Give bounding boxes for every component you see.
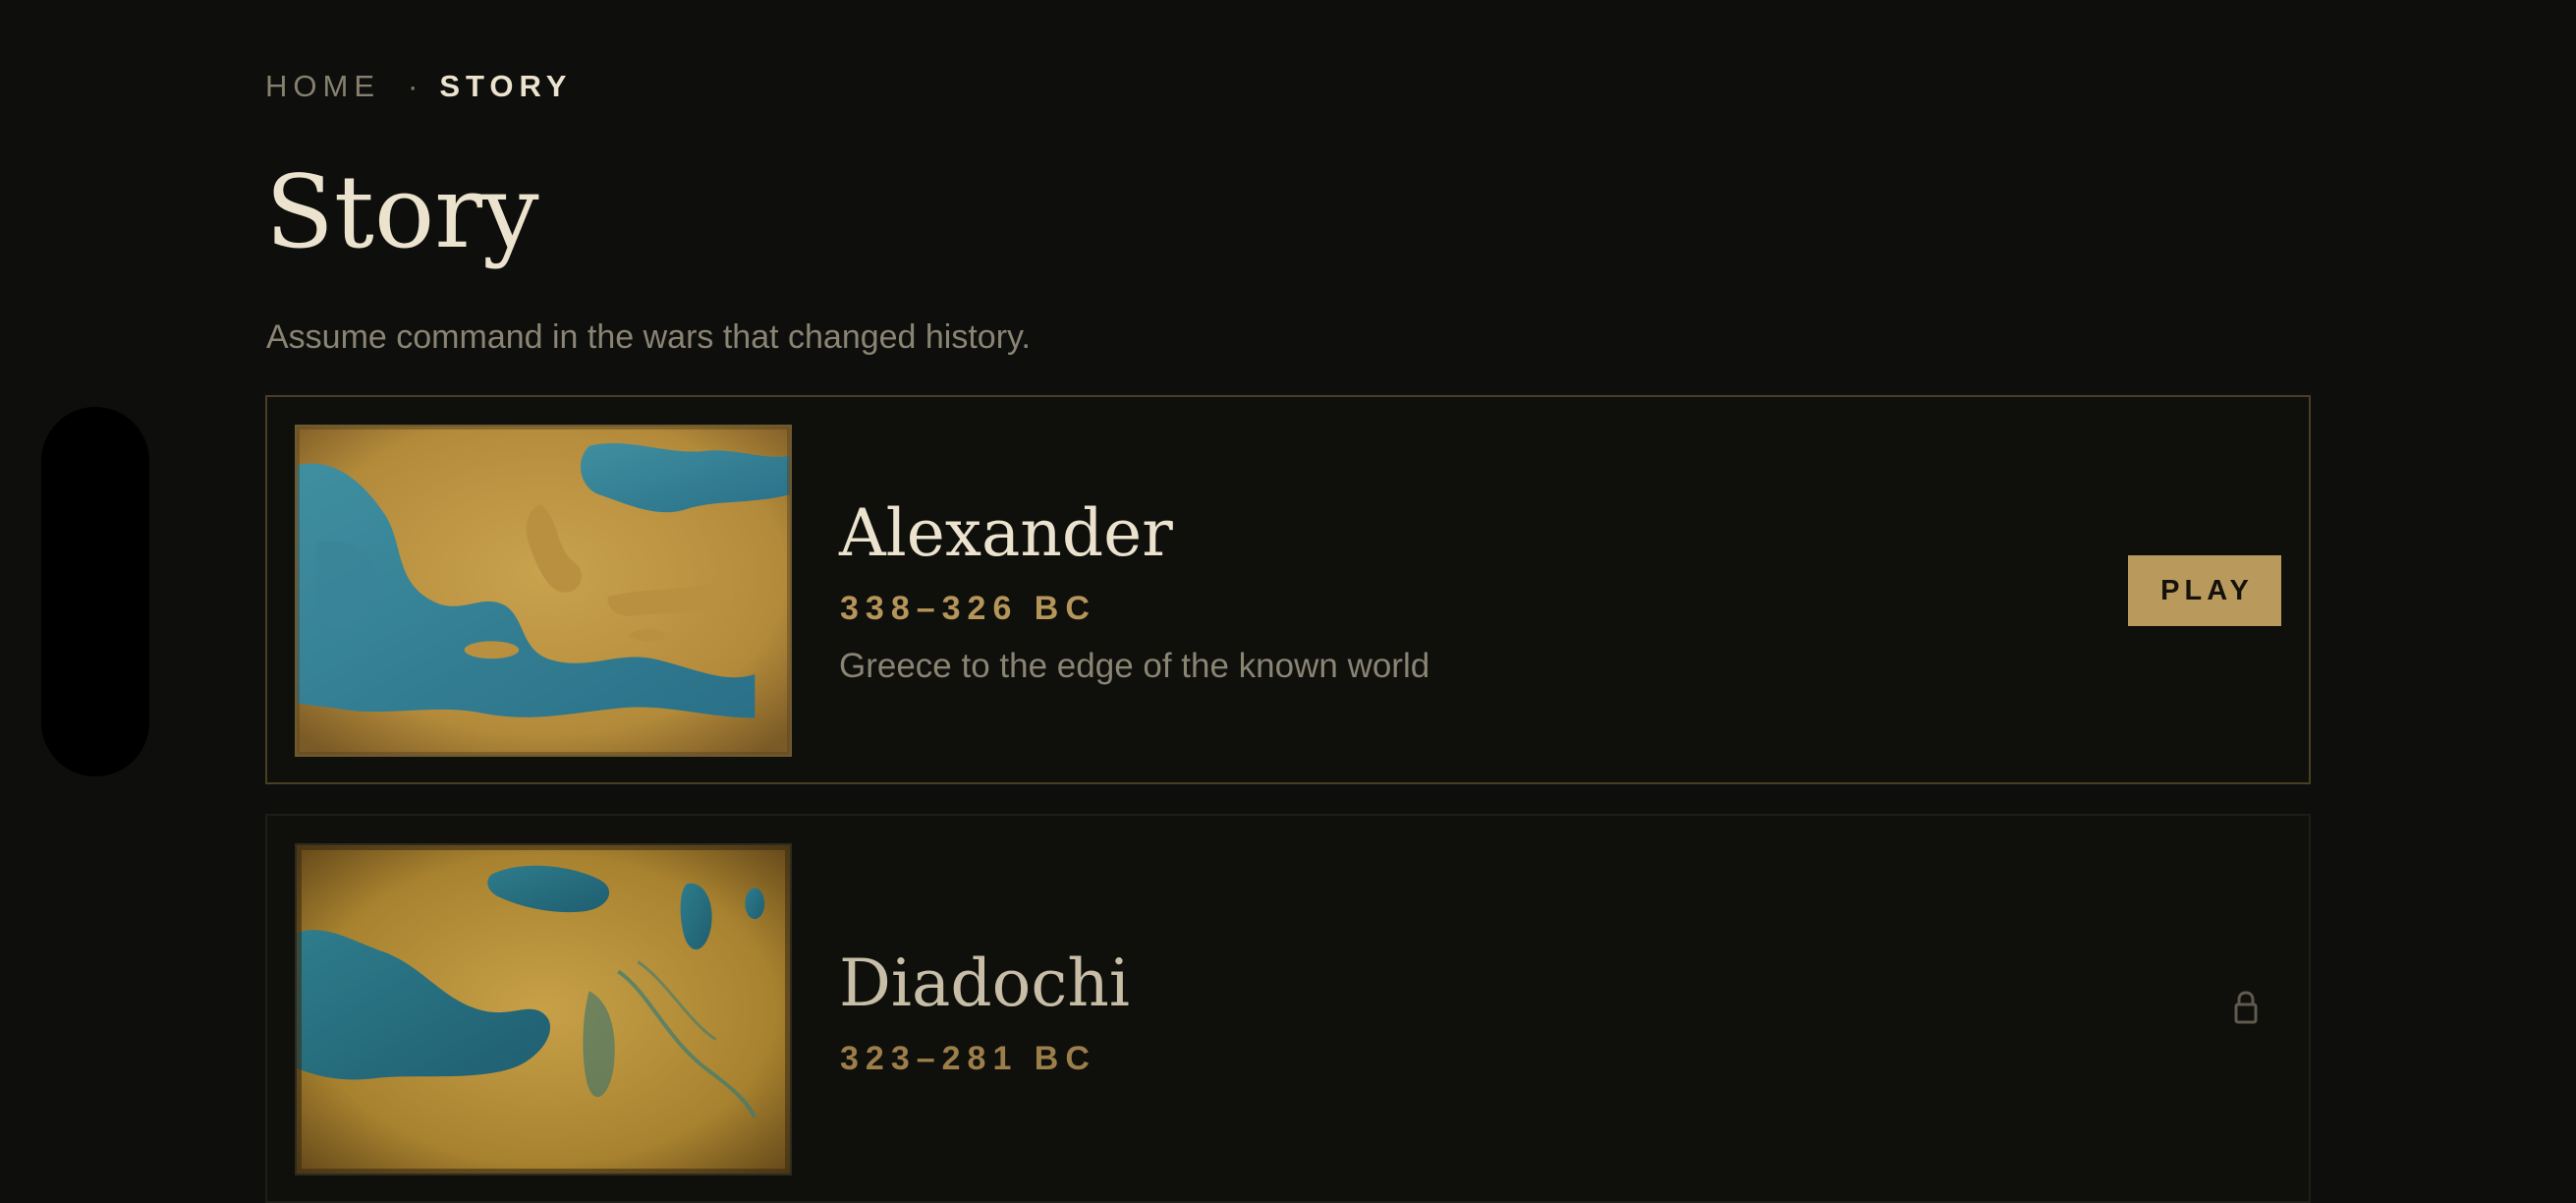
campaign-title: Diadochi [839, 945, 1130, 1021]
map-mediterranean-near-east-image [297, 845, 790, 1174]
map-eastern-mediterranean-image [297, 427, 790, 755]
campaign-card-alexander[interactable]: Alexander 338–326 BC Greece to the edge … [265, 395, 2311, 784]
play-button[interactable]: PLAY [2128, 555, 2281, 626]
campaign-card-diadochi: Diadochi 323–281 BC [265, 814, 2311, 1203]
side-scroll-handle[interactable] [41, 407, 149, 776]
page-subtitle: Assume command in the wars that changed … [266, 318, 1031, 356]
campaign-dates: 338–326 BC [840, 590, 1096, 627]
campaign-description: Greece to the edge of the known world [839, 647, 1430, 685]
campaign-title: Alexander [839, 495, 1173, 571]
breadcrumb-home-link[interactable]: HOME [265, 69, 380, 104]
breadcrumb: HOME · STORY [265, 69, 572, 104]
campaign-dates: 323–281 BC [840, 1040, 1096, 1077]
lock-icon [2234, 991, 2258, 1024]
breadcrumb-separator: · [408, 69, 419, 103]
campaign-thumbnail-diadochi [295, 843, 792, 1175]
page-title: Story [265, 154, 539, 271]
breadcrumb-current: STORY [439, 69, 573, 103]
campaign-thumbnail-alexander [295, 425, 792, 757]
